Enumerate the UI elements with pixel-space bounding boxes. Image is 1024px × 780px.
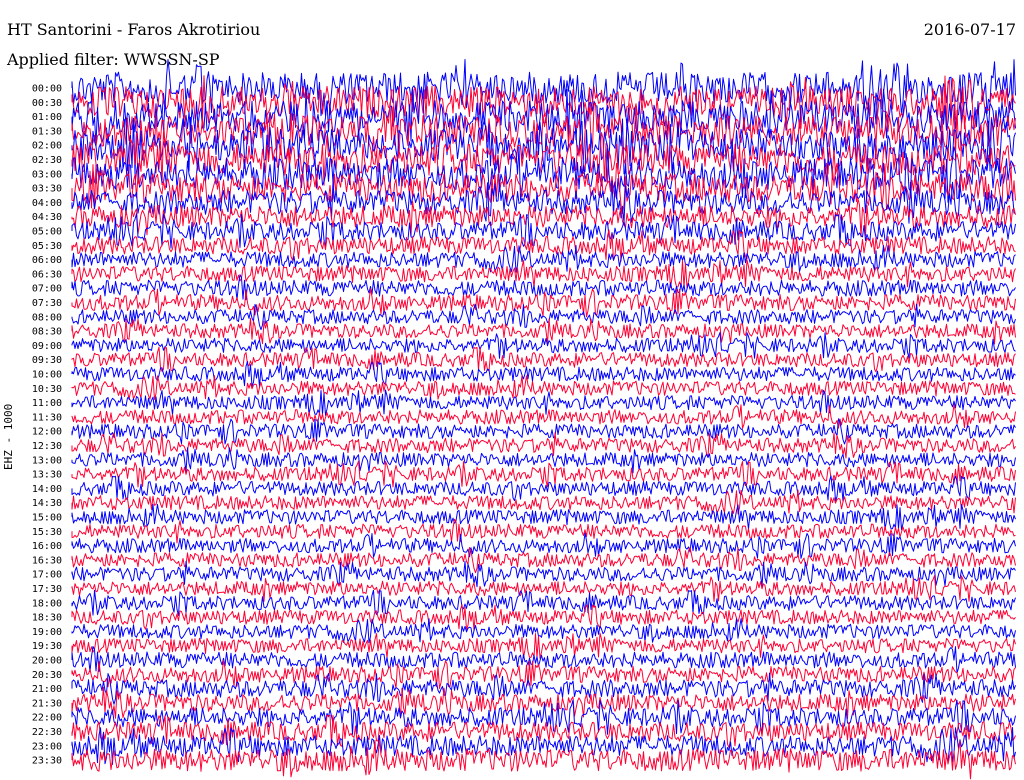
row-time-label: 01:30 [32, 126, 62, 137]
row-time-label: 08:00 [32, 312, 62, 323]
row-time-label: 03:30 [32, 184, 62, 195]
row-time-label: 01:00 [32, 112, 62, 123]
row-time-label: 00:00 [32, 84, 62, 95]
row-time-label: 20:30 [32, 670, 62, 681]
row-time-label: 09:00 [32, 341, 62, 352]
row-time-label: 04:30 [32, 212, 62, 223]
row-time-label: 05:00 [32, 227, 62, 238]
row-time-label: 16:00 [32, 541, 62, 552]
row-time-label: 05:30 [32, 241, 62, 252]
row-time-label: 12:00 [32, 427, 62, 438]
row-time-label: 23:00 [32, 741, 62, 752]
seismic-trace-row [71, 332, 1016, 359]
row-time-label: 22:30 [32, 727, 62, 738]
row-time-label: 13:30 [32, 470, 62, 481]
seismic-trace-row [71, 375, 1016, 400]
row-time-label: 18:30 [32, 613, 62, 624]
row-time-label: 14:30 [32, 498, 62, 509]
row-time-label: 17:00 [32, 570, 62, 581]
row-time-label: 22:00 [32, 713, 62, 724]
row-time-label: 11:00 [32, 398, 62, 409]
helicorder-plot: 00:00 00:30 01:00 01:30 02:00 02:30 03:00 03:30… [32, 59, 1016, 780]
seismic-trace-row [71, 659, 1016, 689]
row-time-label: 13:00 [32, 455, 62, 466]
seismic-trace-row [71, 346, 1016, 373]
row-time-label: 23:30 [32, 756, 62, 767]
row-time-label: 02:30 [32, 155, 62, 166]
row-time-label: 09:30 [32, 355, 62, 366]
seismic-trace-row [71, 432, 1016, 459]
row-time-label: 08:30 [32, 327, 62, 338]
row-time-label: 19:30 [32, 641, 62, 652]
seismic-trace-row [71, 560, 1016, 588]
seismic-trace-row [71, 518, 1016, 544]
row-time-label: 00:30 [32, 98, 62, 109]
seismic-trace-row [71, 259, 1016, 289]
row-time-label: 10:00 [32, 370, 62, 381]
row-time-label: 07:30 [32, 298, 62, 309]
row-time-label: 07:00 [32, 284, 62, 295]
row-time-label: 14:00 [32, 484, 62, 495]
row-time-label: 06:30 [32, 269, 62, 280]
row-time-label: 11:30 [32, 412, 62, 423]
seismic-trace-row [71, 447, 1016, 474]
row-time-label: 12:30 [32, 441, 62, 452]
seismic-trace-row [71, 618, 1016, 644]
row-time-label: 15:00 [32, 513, 62, 524]
seismic-trace-row [71, 503, 1016, 531]
row-time-label: 20:00 [32, 656, 62, 667]
row-time-label: 16:30 [32, 555, 62, 566]
row-time-label: 21:00 [32, 684, 62, 695]
row-time-label: 21:30 [32, 698, 62, 709]
row-time-label: 02:00 [32, 141, 62, 152]
row-time-label: 10:30 [32, 384, 62, 395]
row-time-label: 03:00 [32, 169, 62, 180]
row-time-label: 04:00 [32, 198, 62, 209]
seismic-trace-row [71, 389, 1016, 416]
seismic-trace-row [71, 547, 1016, 574]
seismic-trace-row [71, 229, 1016, 262]
row-time-label: 18:00 [32, 598, 62, 609]
row-time-label: 06:00 [32, 255, 62, 266]
row-time-label: 19:00 [32, 627, 62, 638]
seismic-trace-row [71, 575, 1016, 602]
row-time-label: 15:30 [32, 527, 62, 538]
row-time-label: 17:30 [32, 584, 62, 595]
